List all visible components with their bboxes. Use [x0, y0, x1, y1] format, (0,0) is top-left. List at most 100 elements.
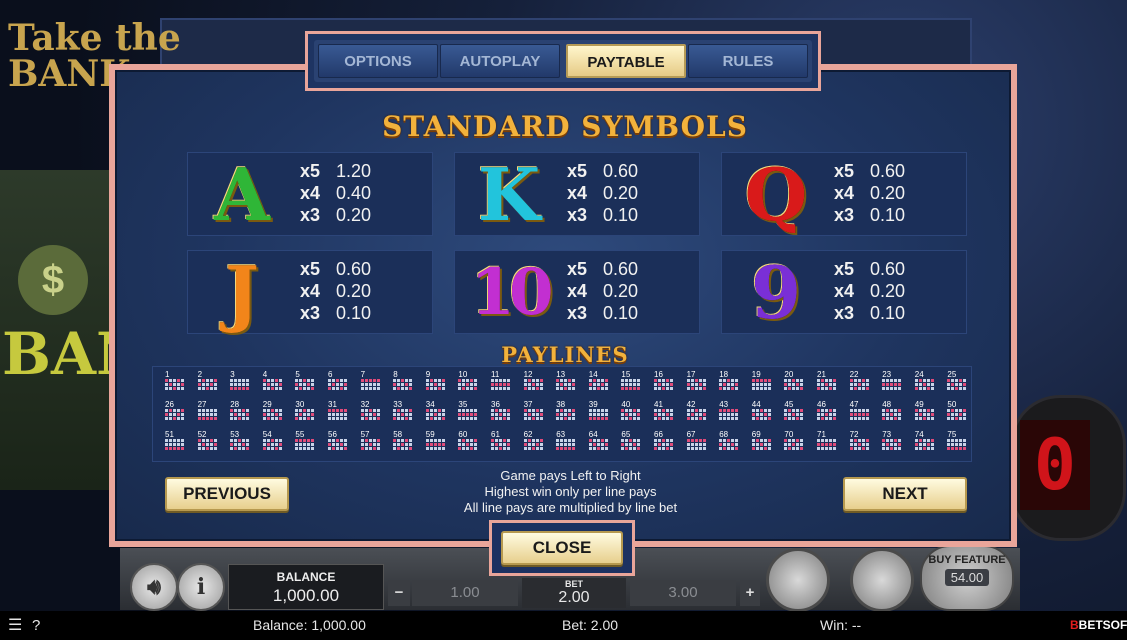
payline-grid	[425, 379, 448, 390]
tab-options[interactable]: OPTIONS	[318, 44, 438, 78]
payline-grid	[230, 379, 252, 390]
payline-grid	[588, 409, 611, 420]
payline-pattern: 35	[458, 400, 480, 427]
question-icon[interactable]: ?	[32, 611, 40, 640]
payline-number: 47	[849, 400, 859, 409]
tab-bar-inner: OPTIONS AUTOPLAY PAYTABLE RULES	[314, 40, 812, 82]
payline-grid	[425, 409, 448, 420]
payline-pattern: 69	[751, 430, 774, 457]
payline-grid	[165, 439, 187, 450]
hamburger-icon[interactable]: ☰	[8, 611, 22, 640]
payline-pattern: 7	[360, 370, 383, 397]
payline-number: 41	[654, 400, 663, 409]
payline-number: 69	[751, 430, 761, 439]
spin-button[interactable]	[766, 548, 830, 612]
symbol-glyph: A	[214, 152, 270, 237]
autoplay-button[interactable]	[850, 548, 914, 612]
payline-number: 40	[621, 400, 631, 409]
payline-number: 54	[262, 430, 272, 439]
payline-pattern: 43	[719, 400, 741, 427]
payline-number: 3	[230, 370, 235, 379]
symbol-card: 10 x5 0.60 x4 0.20 x3 0.10	[454, 250, 700, 334]
close-button-frame: CLOSE	[489, 520, 635, 576]
payline-number: 23	[882, 370, 892, 379]
paytable-content: STANDARD SYMBOLS Ax5 1.20 x4 0.40 x3 0.20 Kx5 0…	[115, 70, 1011, 541]
payline-pattern: 24	[914, 370, 937, 397]
bet-plus-button[interactable]: +	[740, 580, 760, 606]
payline-grid	[523, 439, 546, 450]
bet-higher-option[interactable]: 3.00	[630, 580, 736, 606]
info-button[interactable]: i	[177, 563, 225, 611]
pay-value: 0.20	[336, 205, 372, 225]
payline-pattern: 31	[328, 400, 350, 427]
payline-grid	[556, 439, 578, 450]
pay-row: x5 1.20	[300, 160, 430, 182]
symbol-card: Jx5 0.60 x4 0.20 x3 0.10	[187, 250, 433, 334]
pay-value: 0.20	[603, 281, 639, 301]
payline-pattern: 10	[458, 370, 480, 397]
payline-number: 73	[882, 430, 892, 439]
pay-row: x3 0.20	[300, 204, 430, 226]
pay-value: 0.20	[603, 183, 639, 203]
payline-grid	[393, 379, 415, 390]
bet-value: 2.00	[558, 589, 590, 606]
tab-paytable[interactable]: PAYTABLE	[566, 44, 686, 78]
pay-multiplier: x4	[834, 281, 855, 301]
bet-minus-button[interactable]: −	[388, 580, 410, 606]
tab-autoplay[interactable]: AUTOPLAY	[440, 44, 560, 78]
payline-pattern: 54	[262, 430, 285, 457]
bet-label: BET	[565, 579, 583, 589]
pay-value: 0.60	[336, 259, 372, 279]
payline-pattern: 20	[784, 370, 806, 397]
pay-multiplier: x4	[300, 183, 321, 203]
status-bar: ☰ ? Balance: 1,000.00 Bet: 2.00 Win: -- …	[0, 611, 1127, 640]
payline-pattern: 33	[393, 400, 415, 427]
payline-pattern: 45	[784, 400, 806, 427]
close-button[interactable]: CLOSE	[501, 531, 623, 565]
betsoft-logo: BBETSOFT	[1070, 611, 1127, 640]
payline-number: 6	[328, 370, 333, 379]
tab-bar: OPTIONS AUTOPLAY PAYTABLE RULES	[305, 31, 821, 91]
symbol-pays: x5 0.60 x4 0.20 x3 0.10	[300, 258, 430, 324]
payline-pattern: 4	[262, 370, 285, 397]
payline-grid	[882, 379, 904, 390]
payline-pattern: 72	[849, 430, 872, 457]
payline-pattern: 38	[556, 400, 578, 427]
payline-pattern: 50	[947, 400, 969, 427]
payline-pattern: 64	[588, 430, 611, 457]
payline-pattern: 23	[882, 370, 904, 397]
pay-row: x3 0.10	[567, 302, 697, 324]
payline-grid	[719, 379, 741, 390]
buy-feature-button[interactable]: BUY FEATURE 54.00	[920, 545, 1014, 611]
payline-pattern: 47	[849, 400, 872, 427]
payline-number: 10	[458, 370, 468, 379]
symbol-card: Qx5 0.60 x4 0.20 x3 0.10	[721, 152, 967, 236]
tab-rules[interactable]: RULES	[688, 44, 808, 78]
bet-display: BET 2.00	[522, 578, 626, 608]
pay-value: 0.60	[870, 161, 906, 181]
sound-button[interactable]: 🔊︎	[130, 563, 178, 611]
pay-row: x4 0.20	[834, 182, 964, 204]
payline-grid	[654, 379, 676, 390]
symbol-glyph: 10	[470, 255, 553, 330]
next-button[interactable]: NEXT	[843, 477, 967, 511]
pay-row: x4 0.20	[567, 280, 697, 302]
payline-grid	[230, 409, 252, 420]
payline-pattern: 17	[686, 370, 709, 397]
pay-row: x4 0.20	[567, 182, 697, 204]
payline-pattern: 51	[165, 430, 187, 457]
payline-grid	[686, 379, 709, 390]
payline-grid	[556, 379, 578, 390]
buy-feature-label: BUY FEATURE	[928, 554, 1006, 566]
payline-grid	[197, 409, 220, 420]
pay-multiplier: x4	[834, 183, 855, 203]
bet-lower-option[interactable]: 1.00	[412, 580, 518, 606]
payline-pattern: 14	[588, 370, 611, 397]
payline-number: 50	[947, 400, 957, 409]
payline-grid	[654, 439, 676, 450]
payline-number: 42	[686, 400, 696, 409]
symbol-glyph: K	[477, 152, 541, 237]
payline-number: 45	[784, 400, 794, 409]
previous-button[interactable]: PREVIOUS	[165, 477, 289, 511]
payline-grid	[751, 439, 774, 450]
